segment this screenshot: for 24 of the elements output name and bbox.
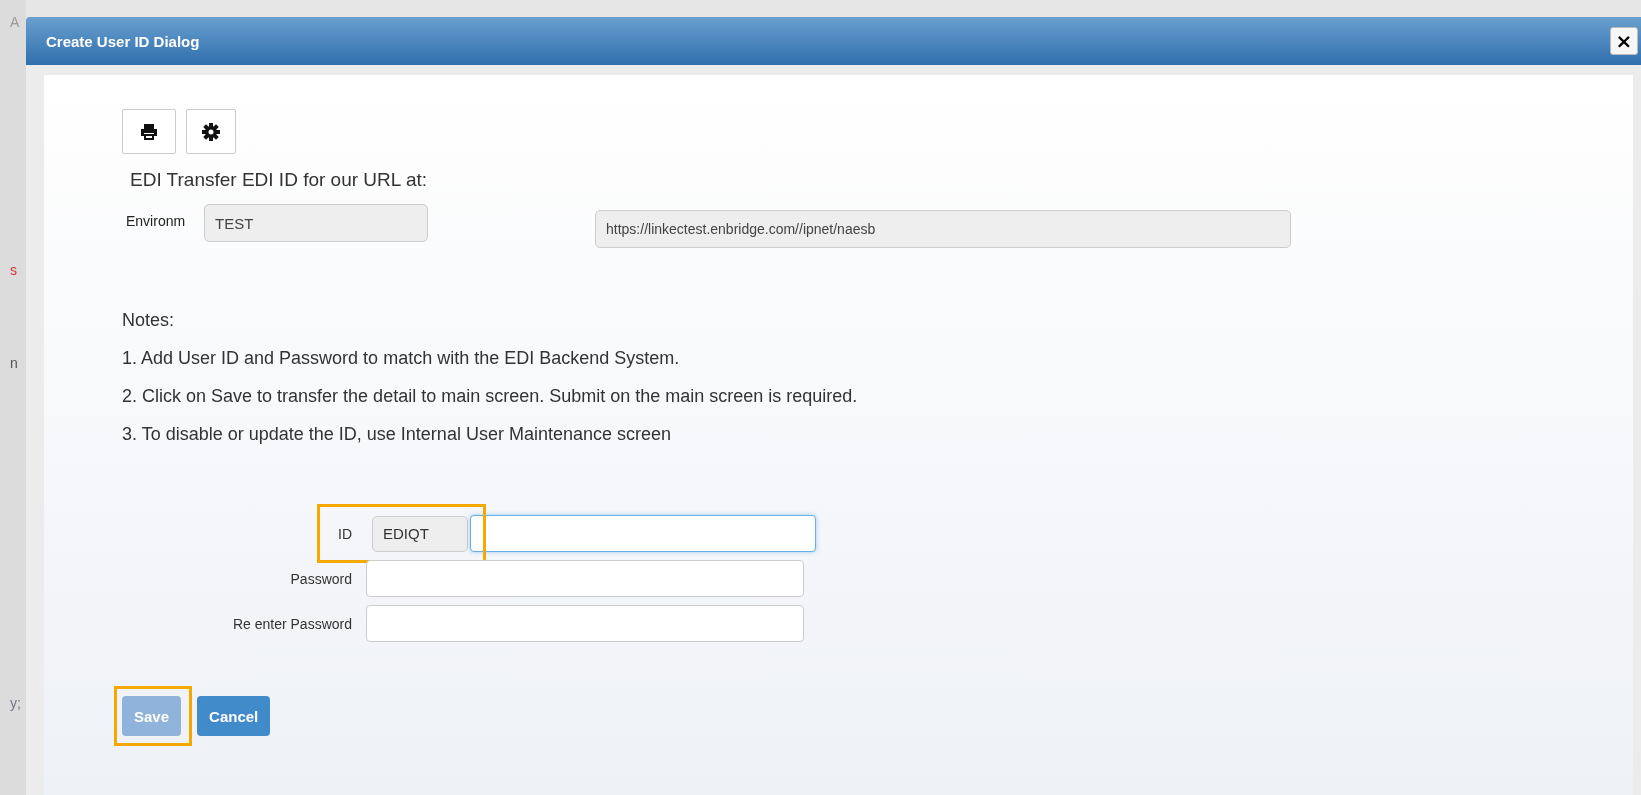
dialog-title: Create User ID Dialog: [46, 32, 200, 50]
gear-icon: [202, 122, 220, 141]
note-text: 2. Click on Save to transfer the detail to main screen. Submit on the main screen is required.: [122, 386, 859, 407]
close-button[interactable]: ×: [1610, 27, 1638, 55]
notes-title: Notes:: [122, 310, 176, 331]
password-field[interactable]: [366, 605, 804, 642]
print-button[interactable]: [122, 109, 176, 154]
password-field[interactable]: [366, 560, 804, 597]
id-field[interactable]: [470, 515, 816, 552]
printer-icon: [140, 123, 158, 140]
background-text: s: [10, 262, 17, 278]
note-text: 1. Add User ID and Password to match with the EDI Backend System.: [122, 348, 681, 369]
environment-label: Environm: [126, 213, 187, 229]
background-text: A: [10, 14, 20, 30]
field-label: ID: [337, 525, 352, 542]
background-text: n: [10, 355, 18, 371]
settings-button[interactable]: [186, 109, 236, 154]
heading-text: EDI Transfer EDI ID for our URL at:: [130, 169, 429, 191]
id-prefix-field: EDIQT: [372, 515, 468, 552]
field-label: Password: [289, 570, 352, 587]
cancel-button[interactable]: Cancel: [197, 696, 271, 736]
background-text: y;: [10, 695, 21, 711]
field-label: Re enter Password: [231, 615, 352, 632]
note-text: 3. To disable or update the ID, use Internal User Maintenance screen: [122, 424, 672, 445]
